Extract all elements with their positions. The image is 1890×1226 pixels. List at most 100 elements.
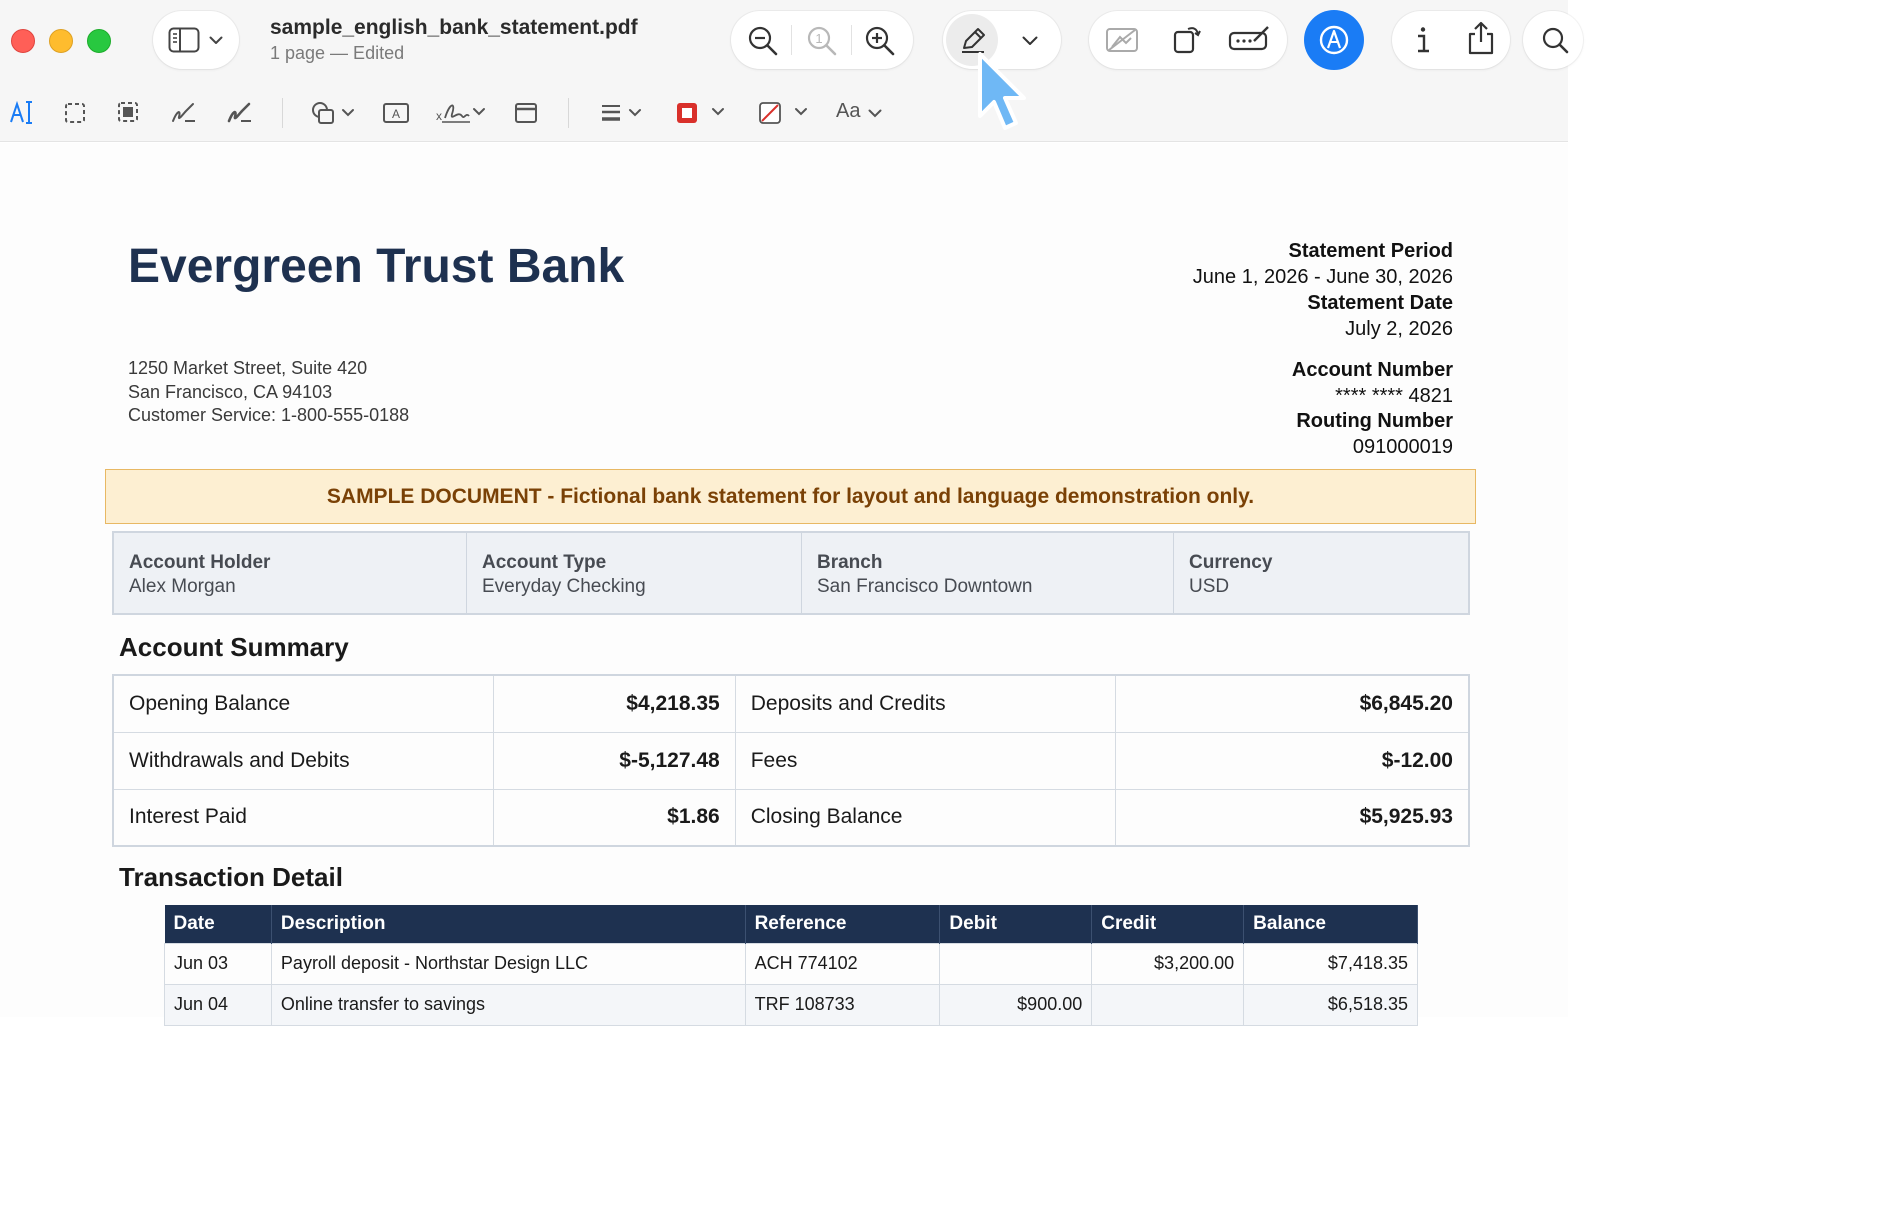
svg-text:A: A — [392, 107, 400, 121]
summary-label: Closing Balance — [734, 788, 1117, 847]
tx-reference: TRF 108733 — [744, 983, 941, 1026]
account-info-box: Account Holder Alex Morgan Account Type … — [112, 531, 1470, 615]
font-style-button[interactable]: Aa — [836, 100, 860, 123]
account-number-label: Account Number — [1291, 359, 1453, 381]
fullscreen-window-button[interactable] — [87, 29, 111, 53]
summary-value: $-5,127.48 — [493, 731, 736, 790]
note-icon[interactable] — [514, 102, 538, 124]
bank-address-line: San Francisco, CA 94103 — [128, 382, 333, 402]
document-status: 1 page — Edited — [270, 43, 405, 63]
routing-number: 091000019 — [1352, 436, 1453, 458]
tx-debit: $900.00 — [939, 983, 1093, 1026]
customer-service-line: Customer Service: 1-800-555-0188 — [128, 405, 410, 425]
zoom-in-icon[interactable] — [864, 25, 896, 57]
info-label: Currency — [1189, 552, 1273, 573]
info-value: Everyday Checking — [482, 576, 646, 597]
redact-icon[interactable] — [1105, 26, 1139, 54]
bank-name: Evergreen Trust Bank — [128, 240, 625, 293]
summary-value: $1.86 — [493, 788, 736, 847]
summary-label: Opening Balance — [112, 674, 495, 733]
summary-value: $6,845.20 — [1115, 674, 1470, 733]
info-share-controls — [1392, 11, 1510, 69]
border-color-icon[interactable] — [675, 101, 727, 125]
summary-value: $5,925.93 — [1115, 788, 1470, 847]
account-number: **** **** 4821 — [1335, 385, 1453, 407]
bank-address-line: 1250 Market Street, Suite 420 — [128, 358, 368, 378]
info-label: Branch — [817, 552, 883, 573]
minimize-window-button[interactable] — [49, 29, 73, 53]
summary-label: Withdrawals and Debits — [112, 731, 495, 790]
title-bar: sample_english_bank_statement.pdf 1 page… — [0, 0, 1583, 82]
shapes-icon[interactable] — [311, 101, 357, 125]
tx-balance: $6,518.35 — [1243, 983, 1418, 1026]
svg-text:x: x — [436, 109, 442, 123]
info-cell: Account Type Everyday Checking — [467, 533, 802, 613]
sidebar-icon — [168, 27, 200, 53]
info-icon[interactable] — [1414, 26, 1432, 54]
share-icon[interactable] — [1467, 21, 1495, 55]
zoom-out-icon[interactable] — [747, 25, 779, 57]
sidebar-toggle-button[interactable] — [153, 11, 239, 69]
account-summary-table: Opening Balance $4,218.35 Deposits and C… — [112, 674, 1470, 847]
transaction-table: Date Description Reference Debit Credit … — [164, 905, 1418, 1026]
rotate-icon[interactable] — [1172, 22, 1202, 54]
document-title: sample_english_bank_statement.pdf — [270, 16, 638, 39]
tx-debit — [939, 942, 1093, 985]
statement-date-label: Statement Date — [1307, 292, 1453, 314]
search-button[interactable] — [1523, 11, 1583, 69]
statement-date: July 2, 2026 — [1345, 318, 1453, 340]
info-cell: Account Holder Alex Morgan — [114, 533, 467, 613]
info-label: Account Type — [482, 552, 607, 573]
summary-label: Interest Paid — [112, 788, 495, 847]
search-icon — [1541, 26, 1569, 54]
markup-toolbar-button[interactable] — [1304, 10, 1364, 70]
text-box-icon[interactable]: A — [382, 102, 410, 124]
summary-value: $-12.00 — [1115, 731, 1470, 790]
draw-icon[interactable] — [227, 101, 253, 125]
zoom-controls: 1 — [731, 11, 913, 69]
tx-description: Payroll deposit - Northstar Design LLC — [270, 942, 746, 985]
form-fill-icon[interactable] — [1228, 24, 1272, 54]
table-row: Opening Balance $4,218.35 Deposits and C… — [112, 674, 1470, 733]
mouse-pointer-icon — [972, 50, 1032, 140]
sketch-icon[interactable] — [171, 101, 197, 125]
summary-label: Fees — [734, 731, 1117, 790]
actual-size-icon[interactable]: 1 — [806, 25, 838, 57]
close-window-button[interactable] — [11, 29, 35, 53]
column-header: Credit — [1091, 905, 1245, 943]
markup-toolbar: A x Aa — [0, 82, 1568, 142]
info-value: San Francisco Downtown — [817, 576, 1033, 597]
summary-value: $4,218.35 — [493, 674, 736, 733]
tx-balance: $7,418.35 — [1243, 942, 1418, 985]
info-cell: Branch San Francisco Downtown — [802, 533, 1174, 613]
smart-selection-icon[interactable] — [117, 101, 139, 123]
sign-icon[interactable]: x — [436, 100, 486, 126]
tx-reference: ACH 774102 — [744, 942, 941, 985]
tx-date: Jun 04 — [164, 983, 272, 1026]
fill-color-icon[interactable] — [758, 101, 810, 125]
info-label: Account Holder — [129, 552, 271, 573]
table-header-row: Date Description Reference Debit Credit … — [164, 905, 1418, 943]
tx-credit — [1091, 983, 1245, 1026]
tx-credit: $3,200.00 — [1091, 942, 1245, 985]
column-header: Description — [271, 905, 746, 943]
markup-icon — [1318, 24, 1350, 56]
column-header: Debit — [939, 905, 1093, 943]
line-style-icon[interactable] — [600, 103, 644, 123]
tx-description: Online transfer to savings — [270, 983, 746, 1026]
table-row: Interest Paid $1.86 Closing Balance $5,9… — [112, 788, 1470, 847]
sample-banner: SAMPLE DOCUMENT - Fictional bank stateme… — [105, 469, 1476, 524]
info-value: Alex Morgan — [129, 576, 236, 597]
table-row: Jun 04 Online transfer to savings TRF 10… — [164, 983, 1418, 1026]
rectangular-selection-icon[interactable] — [64, 102, 86, 124]
column-header: Date — [164, 905, 272, 943]
chevron-down-icon[interactable] — [1022, 36, 1038, 46]
chevron-down-icon[interactable] — [868, 109, 882, 118]
summary-label: Deposits and Credits — [734, 674, 1117, 733]
transaction-detail-heading: Transaction Detail — [119, 862, 343, 892]
info-value: USD — [1189, 576, 1230, 597]
column-header: Reference — [745, 905, 941, 943]
pdf-page: Evergreen Trust Bank 1250 Market Street,… — [0, 143, 1568, 1026]
page-tools — [1089, 11, 1287, 69]
text-selection-icon[interactable] — [10, 99, 34, 125]
